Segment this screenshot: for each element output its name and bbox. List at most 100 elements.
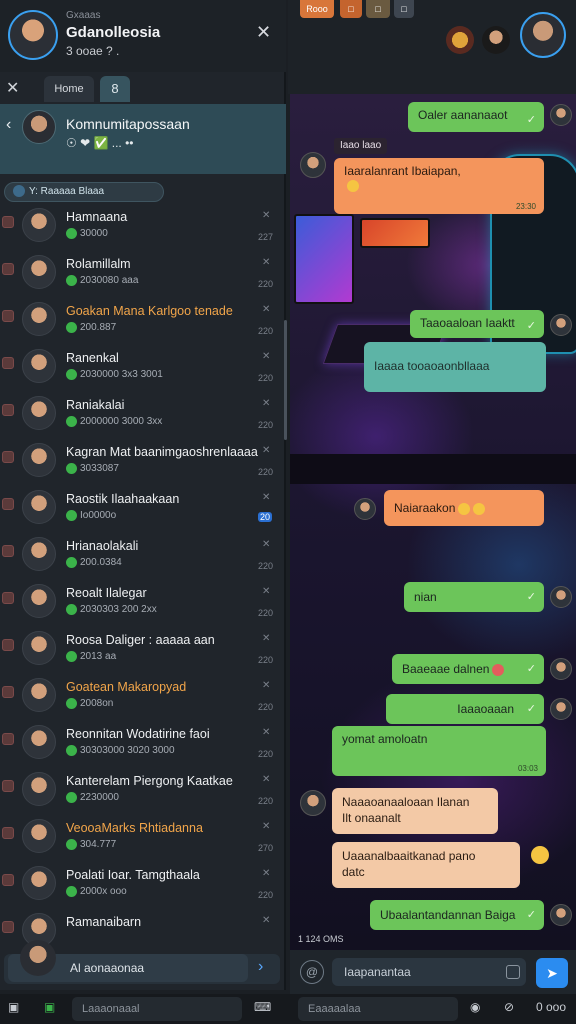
close-chat-icon[interactable]: ✕ [262, 210, 270, 221]
profile-avatar[interactable] [8, 10, 58, 60]
close-chat-icon[interactable]: ✕ [262, 727, 270, 738]
chat-list-item[interactable]: Roosa Daliger : aaaaa aan 2013 aa ✕ 220 [0, 627, 284, 673]
keyboard-icon[interactable]: ⌨ [254, 1000, 271, 1014]
chat-list-item[interactable]: Hrianaolakali 200.0384 ✕ 220 [0, 533, 284, 579]
sticker-icon[interactable] [506, 965, 520, 979]
chat-flag-icon [2, 592, 14, 604]
participant-avatar-3[interactable] [520, 12, 566, 58]
back-arrow-icon[interactable]: ‹ [6, 116, 11, 134]
chat-flag-icon [2, 827, 14, 839]
chat-list-item[interactable]: Kagran Mat baanimgaoshrenlaaaa 3033087 ✕ 22… [0, 439, 284, 485]
background-monitor [294, 214, 354, 304]
chat-preview: 2030303 200 2xx [66, 604, 157, 615]
close-chat-icon[interactable]: ✕ [262, 915, 270, 926]
close-chat-icon[interactable]: ✕ [262, 492, 270, 503]
chat-flag-icon [2, 780, 14, 792]
status-icon[interactable]: ▣ [44, 1000, 55, 1014]
bottom-left-field[interactable]: Laaaonaaal [72, 997, 242, 1021]
participant-avatar-1[interactable] [446, 26, 474, 54]
message-outgoing[interactable]: Taaoaaloan Iaaktt ✓ [410, 310, 544, 338]
chat-name: Reonnitan Wodatirine faoi [66, 727, 210, 741]
message-incoming[interactable]: Iaaralanrant Ibaiapan, 23:30 [334, 158, 544, 214]
close-tab-icon[interactable]: ✕ [6, 78, 19, 98]
sender-avatar [550, 658, 572, 680]
reaction-emoji-icon[interactable] [531, 846, 549, 864]
send-button[interactable]: ➤ [536, 958, 568, 988]
chat-avatar [22, 772, 56, 806]
message-outgoing[interactable]: Oaler aananaaot ✓ [408, 102, 544, 132]
message-input[interactable]: Iaapanantaa [332, 958, 526, 986]
tab-home[interactable]: Home [44, 76, 94, 102]
chat-preview-text: 3033087 [80, 463, 119, 475]
message-outgoing[interactable]: yomat amoloatn 03:03 [332, 726, 546, 776]
chat-avatar [22, 490, 56, 524]
close-chat-icon[interactable]: ✕ [262, 821, 270, 832]
toolbar-pill-1[interactable]: Rooo [300, 0, 334, 18]
toolbar-pill-2[interactable]: □ [340, 0, 362, 18]
toolbar-pill-3[interactable]: □ [366, 0, 390, 18]
toolbar-pill-4[interactable]: □ [394, 0, 414, 18]
close-icon[interactable]: ✕ [256, 22, 271, 43]
message-outgoing[interactable]: Ubaalantandannan Baiga ✓ [370, 900, 544, 930]
message-outgoing[interactable]: Iaaaoaaan ✓ [386, 694, 544, 724]
message-outgoing[interactable]: nian ✓ [404, 582, 544, 612]
chat-time: 270 [258, 843, 274, 853]
chat-list-item[interactable]: VeooaMarks Rhtiadanna 304.777 ✕ 270 [0, 815, 284, 861]
chat-avatar [22, 443, 56, 477]
chat-list-item[interactable]: Rolamillalm 2030080 aaa ✕ 220 [0, 251, 284, 297]
chat-time: 220 [258, 561, 274, 571]
ai-send-icon[interactable]: › [258, 958, 263, 976]
message-outgoing[interactable]: Baaeaae dalnen ✓ [392, 654, 544, 684]
message-composer: @ Iaapanantaa ➤ [290, 950, 576, 994]
ai-avatar [20, 940, 56, 976]
close-chat-icon[interactable]: ✕ [262, 304, 270, 315]
community-header[interactable]: ‹ Komnumitapossaan ☉ ❤ ✅ ... •• [0, 104, 286, 174]
chat-preview-text: 2030000 3x3 3001 [80, 369, 163, 381]
chat-list-item[interactable]: Raostik Ilaahaakaan Io0000o ✕ 20 [0, 486, 284, 532]
chat-list-item[interactable]: Goatean Makaropyad 2008on ✕ 220 [0, 674, 284, 720]
close-chat-icon[interactable]: ✕ [262, 868, 270, 879]
close-chat-icon[interactable]: ✕ [262, 680, 270, 691]
close-chat-icon[interactable]: ✕ [262, 445, 270, 456]
chat-list-item[interactable]: Goakan Mana Karlgoo tenade 200.887 ✕ 220 [0, 298, 284, 344]
bottom-right-field[interactable]: Eaaaaalaa [298, 997, 458, 1021]
attach-icon[interactable]: @ [300, 960, 324, 984]
chat-list-item[interactable]: Hamnaana 30000 ✕ 227 [0, 204, 284, 250]
close-chat-icon[interactable]: ✕ [262, 586, 270, 597]
message-incoming[interactable]: Uaaanalbaaitkanad pano datc [332, 842, 520, 888]
chat-list-item[interactable]: Kanterelam Piergong Kaatkae 2230000 ✕ 220 [0, 768, 284, 814]
chat-list-item[interactable]: Reonnitan Wodatirine faoi 30303000 3020 3… [0, 721, 284, 767]
chat-list-panel: Gxaaas Gdanolleosia 3 ooae ? . ✕ ✕ Home … [0, 0, 287, 990]
compass-icon[interactable]: ⊘ [504, 1000, 514, 1014]
chat-list-item[interactable]: Ranenkal 2030000 3x3 3001 ✕ 220 [0, 345, 284, 391]
message-incoming[interactable]: Naaaoanaaloaan Ilanan Ilt onaanalt [332, 788, 498, 834]
chat-name: Hamnaana [66, 210, 128, 224]
status-dot-icon [66, 557, 77, 568]
close-chat-icon[interactable]: ✕ [262, 633, 270, 644]
files-icon[interactable]: ▣ [8, 1000, 19, 1014]
chat-list-item[interactable]: Poalati Ioar. Tamgthaala 2000x ooo ✕ 220 [0, 862, 284, 908]
status-dot-icon [66, 886, 77, 897]
chat-list-item[interactable]: Raniakalai 2000000 3000 3xx ✕ 220 [0, 392, 284, 438]
chat-list-item[interactable]: Reoalt Ilalegar 2030303 200 2xx ✕ 220 [0, 580, 284, 626]
filter-chip[interactable]: Y: Raaaaa Blaaa [4, 182, 164, 202]
filter-icon [13, 185, 25, 198]
chat-preview: 2030000 3x3 3001 [66, 369, 163, 380]
scrollbar-thumb[interactable] [284, 320, 287, 440]
participant-avatar-2[interactable] [482, 26, 510, 54]
close-chat-icon[interactable]: ✕ [262, 398, 270, 409]
close-chat-icon[interactable]: ✕ [262, 351, 270, 362]
conversation-area: Oaler aananaaot ✓ Iaao laao Iaaralanrant … [290, 94, 576, 950]
close-chat-icon[interactable]: ✕ [262, 539, 270, 550]
chat-avatar [22, 396, 56, 430]
chat-preview: 2013 aa [66, 651, 116, 662]
close-chat-icon[interactable]: ✕ [262, 257, 270, 268]
chat-avatar [22, 678, 56, 712]
close-chat-icon[interactable]: ✕ [262, 774, 270, 785]
message-incoming[interactable]: Naiaraakon [384, 490, 544, 526]
chat-flag-icon [2, 263, 14, 275]
tab-user[interactable]: 8 [100, 76, 130, 102]
camera-icon[interactable]: ◉ [470, 1000, 480, 1014]
message-outgoing[interactable]: Iaaaa tooaoaonbllaaa [364, 342, 546, 392]
chat-preview: 30000 [66, 228, 108, 239]
